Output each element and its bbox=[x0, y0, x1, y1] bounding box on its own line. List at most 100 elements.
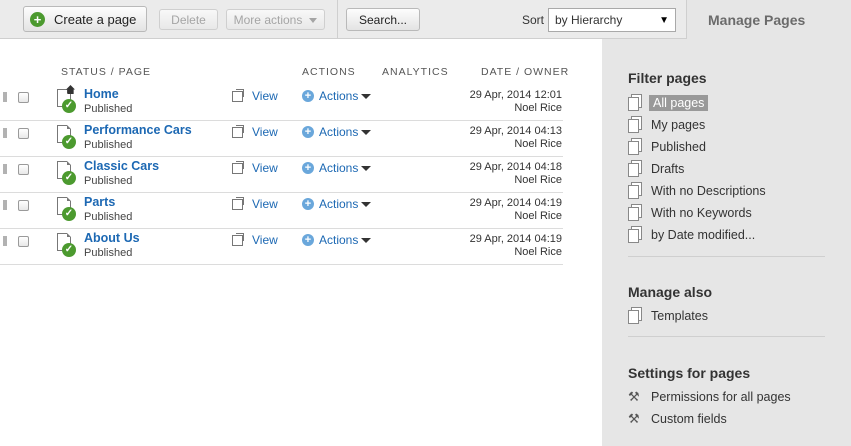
filter-published[interactable]: Published bbox=[628, 137, 706, 157]
chevron-down-icon[interactable] bbox=[361, 166, 371, 171]
external-link-icon bbox=[232, 89, 244, 102]
tools-icon: ⚒ bbox=[628, 411, 640, 426]
page-title-link[interactable]: Parts bbox=[84, 195, 115, 209]
pages-icon bbox=[628, 204, 642, 222]
row-checkbox[interactable] bbox=[18, 200, 29, 211]
chevron-down-icon[interactable] bbox=[361, 130, 371, 135]
column-header-analytics: ANALYTICS bbox=[382, 66, 449, 78]
table-row: ✓ Performance Cars Published View + Acti… bbox=[0, 121, 563, 157]
sort-select[interactable]: by Hierarchy ▼ bbox=[548, 8, 676, 32]
row-checkbox[interactable] bbox=[18, 92, 29, 103]
create-page-label: Create a page bbox=[54, 11, 137, 27]
filter-label: by Date modified... bbox=[651, 228, 756, 242]
chevron-down-icon[interactable] bbox=[361, 238, 371, 243]
pages-icon bbox=[628, 160, 642, 178]
table-row: ✓ Home Published View + Actions 29 Apr, … bbox=[0, 85, 563, 121]
drag-handle-icon[interactable] bbox=[3, 128, 7, 138]
page-owner: Noel Rice bbox=[514, 246, 562, 258]
page-title-link[interactable]: Performance Cars bbox=[84, 123, 192, 137]
external-link-icon bbox=[232, 197, 244, 210]
drag-handle-icon[interactable] bbox=[3, 92, 7, 102]
drag-handle-icon[interactable] bbox=[3, 236, 7, 246]
page-date: 29 Apr, 2014 04:18 bbox=[469, 161, 562, 173]
manage-templates[interactable]: Templates bbox=[628, 306, 708, 326]
row-checkbox[interactable] bbox=[18, 236, 29, 247]
view-link[interactable]: View bbox=[252, 89, 278, 103]
chevron-down-icon bbox=[309, 18, 318, 23]
manage-also-title: Manage also bbox=[628, 284, 713, 300]
published-check-icon: ✓ bbox=[62, 243, 76, 257]
page-date: 29 Apr, 2014 04:19 bbox=[469, 233, 562, 245]
page-owner: Noel Rice bbox=[514, 138, 562, 150]
pages-icon bbox=[628, 116, 642, 134]
drag-handle-icon[interactable] bbox=[3, 200, 7, 210]
page-title-link[interactable]: Home bbox=[84, 87, 119, 101]
view-link[interactable]: View bbox=[252, 125, 278, 139]
column-header-actions: ACTIONS bbox=[302, 66, 356, 78]
page-status: Published bbox=[84, 175, 133, 187]
filter-no-descriptions[interactable]: With no Descriptions bbox=[628, 181, 766, 201]
page-owner: Noel Rice bbox=[514, 174, 562, 186]
pages-icon bbox=[628, 226, 642, 244]
view-link[interactable]: View bbox=[252, 197, 278, 211]
tools-icon: ⚒ bbox=[628, 389, 640, 404]
actions-plus-icon: + bbox=[302, 234, 314, 246]
actions-link[interactable]: Actions bbox=[319, 89, 358, 103]
toolbar: + Create a page Delete More actions Sear… bbox=[0, 0, 686, 39]
actions-link[interactable]: Actions bbox=[319, 233, 358, 247]
page-status: Published bbox=[84, 211, 133, 223]
drag-handle-icon[interactable] bbox=[3, 164, 7, 174]
filter-no-keywords[interactable]: With no Keywords bbox=[628, 203, 752, 223]
actions-link[interactable]: Actions bbox=[319, 197, 358, 211]
page-title-link[interactable]: About Us bbox=[84, 231, 140, 245]
sort-label: Sort bbox=[522, 13, 545, 27]
settings-label: Permissions for all pages bbox=[651, 390, 791, 404]
page-owner: Noel Rice bbox=[514, 210, 562, 222]
row-checkbox[interactable] bbox=[18, 164, 29, 175]
chevron-down-icon[interactable] bbox=[361, 202, 371, 207]
external-link-icon bbox=[232, 125, 244, 138]
page-title-link[interactable]: Classic Cars bbox=[84, 159, 159, 173]
sidebar-divider bbox=[628, 256, 825, 257]
dropdown-arrow-icon: ▼ bbox=[659, 15, 669, 26]
settings-custom-fields[interactable]: ⚒ Custom fields bbox=[628, 409, 727, 429]
filter-label: My pages bbox=[651, 118, 706, 132]
actions-link[interactable]: Actions bbox=[319, 125, 358, 139]
search-button[interactable]: Search... bbox=[346, 8, 420, 31]
table-row: ✓ About Us Published View + Actions 29 A… bbox=[0, 229, 563, 265]
actions-plus-icon: + bbox=[302, 198, 314, 210]
view-link[interactable]: View bbox=[252, 161, 278, 175]
chevron-down-icon[interactable] bbox=[361, 94, 371, 99]
published-check-icon: ✓ bbox=[62, 171, 76, 185]
more-actions-label: More actions bbox=[233, 12, 303, 27]
pages-icon bbox=[628, 94, 642, 112]
create-page-button[interactable]: + Create a page bbox=[23, 6, 147, 32]
page-status: Published bbox=[84, 247, 133, 259]
page-status: Published bbox=[84, 103, 133, 115]
pages-icon bbox=[628, 138, 642, 156]
actions-link[interactable]: Actions bbox=[319, 161, 358, 175]
view-link[interactable]: View bbox=[252, 233, 278, 247]
more-actions-button[interactable]: More actions bbox=[226, 9, 325, 30]
filter-by-date-modified[interactable]: by Date modified... bbox=[628, 225, 755, 245]
column-header-status-page: STATUS / PAGE bbox=[61, 66, 152, 78]
page-date: 29 Apr, 2014 04:13 bbox=[469, 125, 562, 137]
page-status: Published bbox=[84, 139, 133, 151]
filter-label: With no Keywords bbox=[651, 206, 752, 220]
published-check-icon: ✓ bbox=[62, 207, 76, 221]
sidebar-divider bbox=[628, 336, 825, 337]
external-link-icon bbox=[232, 161, 244, 174]
pages-icon bbox=[628, 307, 642, 325]
filter-label: Published bbox=[651, 140, 706, 154]
filter-label: With no Descriptions bbox=[651, 184, 766, 198]
filter-all-pages[interactable]: All pages bbox=[628, 93, 709, 113]
table-row: ✓ Parts Published View + Actions 29 Apr,… bbox=[0, 193, 563, 229]
table-row: ✓ Classic Cars Published View + Actions … bbox=[0, 157, 563, 193]
filter-my-pages[interactable]: My pages bbox=[628, 115, 705, 135]
row-checkbox[interactable] bbox=[18, 128, 29, 139]
delete-button[interactable]: Delete bbox=[159, 9, 218, 30]
filter-drafts[interactable]: Drafts bbox=[628, 159, 684, 179]
settings-permissions[interactable]: ⚒ Permissions for all pages bbox=[628, 387, 791, 407]
filter-label: Drafts bbox=[651, 162, 685, 176]
sort-select-value: by Hierarchy bbox=[555, 13, 623, 27]
